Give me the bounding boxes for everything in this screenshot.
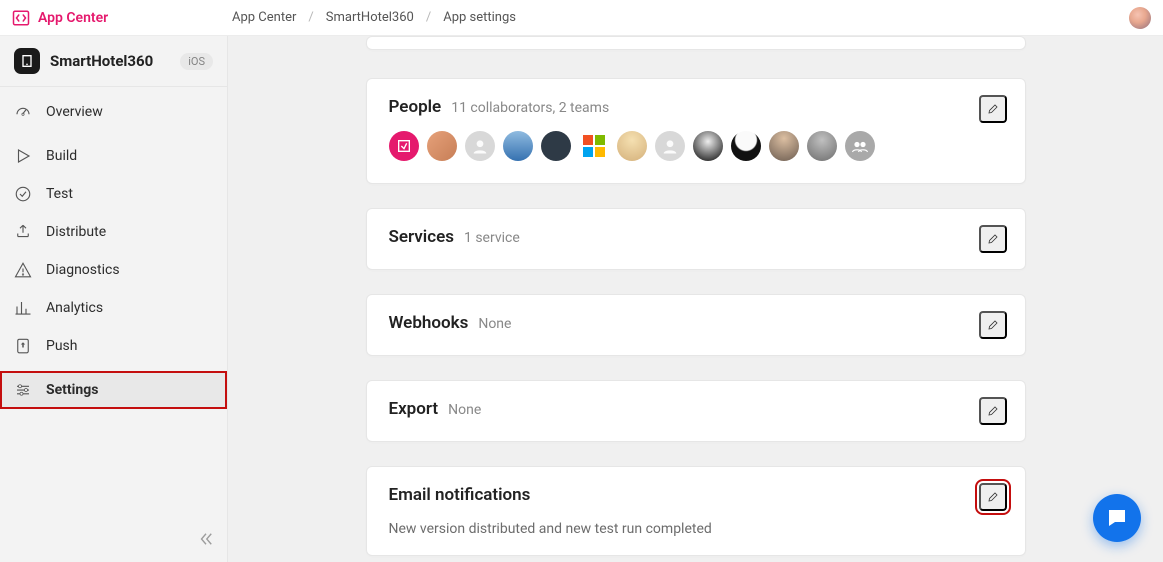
pencil-icon [987,316,999,334]
sliders-icon [14,381,32,399]
distribute-icon [14,223,32,241]
breadcrumb-item-0[interactable]: App Center [232,10,296,25]
pencil-icon [987,488,999,506]
card-sub: None [478,316,511,332]
check-circle-icon [14,185,32,203]
edit-people-button[interactable] [979,95,1007,123]
avatar[interactable] [693,131,723,161]
nav-build[interactable]: Build [0,137,227,175]
card-export: Export None [366,380,1026,442]
card-sub: 11 collaborators, 2 teams [451,100,609,116]
chevron-double-left-icon [197,530,215,548]
breadcrumb: App Center / SmartHotel360 / App setting… [232,10,516,25]
brand[interactable]: App Center [12,9,192,27]
avatar[interactable] [541,131,571,161]
avatar-microsoft[interactable] [579,131,609,161]
push-icon [14,337,32,355]
card-title: Services [389,227,454,247]
topbar: App Center App Center / SmartHotel360 / … [0,0,1163,36]
card-title: Export [389,399,439,419]
card-sub: 1 service [464,230,520,246]
breadcrumb-sep: / [308,10,313,25]
platform-badge: iOS [180,53,213,70]
avatar[interactable] [389,131,419,161]
edit-email-button[interactable] [979,483,1007,511]
avatar[interactable] [427,131,457,161]
card-people: People 11 collaborators, 2 teams [366,78,1026,184]
avatar[interactable] [731,131,761,161]
breadcrumb-item-1[interactable]: SmartHotel360 [326,10,414,25]
nav-settings[interactable]: Settings [0,371,227,409]
nav-label: Settings [46,382,98,398]
breadcrumb-item-2[interactable]: App settings [443,10,516,25]
nav-label: Distribute [46,224,106,240]
appcenter-logo-icon [12,9,30,27]
gauge-icon [14,103,32,121]
avatar[interactable] [503,131,533,161]
sidebar-collapse[interactable] [185,520,227,562]
app-header[interactable]: SmartHotel360 iOS [0,36,227,87]
nav-overview[interactable]: Overview [0,93,227,131]
edit-webhooks-button[interactable] [979,311,1007,339]
nav-label: Push [46,338,78,354]
card-title: Email notifications [389,485,531,505]
pencil-icon [987,100,999,118]
nav-label: Build [46,148,77,164]
nav-distribute[interactable]: Distribute [0,213,227,251]
nav-label: Analytics [46,300,103,316]
edit-export-button[interactable] [979,397,1007,425]
pencil-icon [987,402,999,420]
app-name: SmartHotel360 [50,52,153,70]
nav-test[interactable]: Test [0,175,227,213]
breadcrumb-sep: / [426,10,431,25]
avatar[interactable] [465,131,495,161]
avatar[interactable] [807,131,837,161]
card-sub: None [448,402,481,418]
card-desc: New version distributed and new test run… [389,521,1003,537]
nav-label: Diagnostics [46,262,120,278]
avatar[interactable] [655,131,685,161]
card-truncated [366,36,1026,50]
card-title: People [389,97,442,117]
avatar-row [389,131,1003,161]
sidebar-nav: Overview Build Test Distribute Diagnosti… [0,87,227,409]
content: People 11 collaborators, 2 teams [366,36,1026,556]
avatar[interactable] [769,131,799,161]
edit-services-button[interactable] [979,225,1007,253]
nav-analytics[interactable]: Analytics [0,289,227,327]
pencil-icon [987,230,999,248]
chat-icon [1105,506,1129,530]
card-title: Webhooks [389,313,469,333]
nav-diagnostics[interactable]: Diagnostics [0,251,227,289]
avatar[interactable] [617,131,647,161]
chart-icon [14,299,32,317]
card-email-notifications: Email notifications New version distribu… [366,466,1026,556]
chat-button[interactable] [1093,494,1141,542]
nav-push[interactable]: Push [0,327,227,365]
nav-label: Overview [46,104,103,120]
brand-name: App Center [38,10,108,26]
warning-icon [14,261,32,279]
main: People 11 collaborators, 2 teams [228,36,1163,562]
app-icon [14,48,40,74]
nav-label: Test [46,186,73,202]
sidebar: SmartHotel360 iOS Overview Build Test Di… [0,36,228,562]
card-services: Services 1 service [366,208,1026,270]
user-avatar[interactable] [1129,7,1151,29]
avatar-team[interactable] [845,131,875,161]
card-webhooks: Webhooks None [366,294,1026,356]
play-icon [14,147,32,165]
